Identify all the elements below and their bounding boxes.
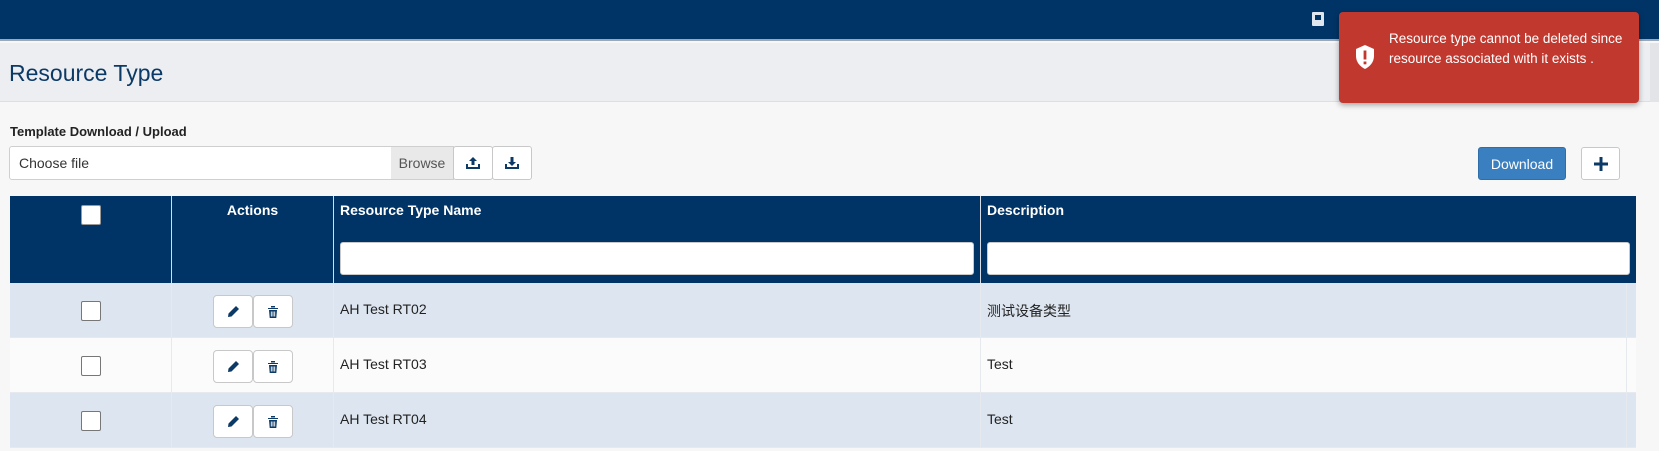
add-button[interactable] xyxy=(1581,147,1620,180)
name-filter-input[interactable] xyxy=(340,242,974,275)
description-filter-input[interactable] xyxy=(987,242,1630,275)
header-name-cell: Resource Type Name xyxy=(334,196,981,283)
row-actions-cell xyxy=(172,283,334,338)
trash-icon xyxy=(268,360,278,373)
grid-header: Actions Resource Type Name Description xyxy=(10,196,1636,283)
row-name-cell: AH Test RT02 xyxy=(334,283,981,338)
description-text: Test xyxy=(987,356,1013,372)
description-text: 测试设备类型 xyxy=(987,303,1071,319)
row-select-cell xyxy=(10,393,172,448)
header-select-cell xyxy=(10,196,172,283)
row-actions-cell xyxy=(172,338,334,393)
plus-icon xyxy=(1593,156,1608,171)
trash-icon xyxy=(268,415,278,428)
template-label: Template Download / Upload xyxy=(10,124,187,139)
header-resource-type-name[interactable]: Resource Type Name xyxy=(340,202,481,218)
delete-button[interactable] xyxy=(253,350,293,383)
pencil-icon xyxy=(227,306,239,317)
resource-type-grid: Actions Resource Type Name Description A… xyxy=(10,196,1636,448)
upload-button[interactable] xyxy=(453,146,493,180)
edit-button[interactable] xyxy=(213,295,253,328)
upload-icon xyxy=(466,157,480,169)
template-download-button[interactable] xyxy=(492,146,532,180)
pencil-icon xyxy=(227,361,239,372)
resource-type-name: AH Test RT02 xyxy=(340,301,427,317)
header-description[interactable]: Description xyxy=(987,202,1064,218)
table-row[interactable]: AH Test RT03 Test xyxy=(10,338,1636,393)
error-toast[interactable]: Resource type cannot be deleted since re… xyxy=(1339,12,1639,103)
row-checkbox[interactable] xyxy=(81,411,101,431)
resource-type-name: AH Test RT03 xyxy=(340,356,427,372)
table-row[interactable]: AH Test RT02 测试设备类型 xyxy=(10,283,1636,338)
row-checkbox[interactable] xyxy=(81,301,101,321)
browse-button[interactable]: Browse xyxy=(391,146,454,180)
table-row[interactable]: AH Test RT04 Test xyxy=(10,393,1636,448)
row-actions-cell xyxy=(172,393,334,448)
alert-shield-icon xyxy=(1356,45,1374,69)
row-select-cell xyxy=(10,283,172,338)
file-input[interactable]: Choose file xyxy=(9,146,392,180)
row-description-cell: Test xyxy=(981,393,1627,448)
delete-button[interactable] xyxy=(253,295,293,328)
header-description-cell: Description xyxy=(981,196,1636,283)
row-checkbox[interactable] xyxy=(81,356,101,376)
header-actions: Actions xyxy=(172,196,334,283)
row-description-cell: Test xyxy=(981,338,1627,393)
scrollbar[interactable] xyxy=(1650,43,1659,102)
edit-button[interactable] xyxy=(213,405,253,438)
row-name-cell: AH Test RT03 xyxy=(334,338,981,393)
row-name-cell: AH Test RT04 xyxy=(334,393,981,448)
edit-button[interactable] xyxy=(213,350,253,383)
delete-button[interactable] xyxy=(253,405,293,438)
toast-message: Resource type cannot be deleted since re… xyxy=(1389,31,1623,66)
download-tray-icon xyxy=(505,157,519,169)
download-button[interactable]: Download xyxy=(1478,147,1566,180)
description-text: Test xyxy=(987,411,1013,427)
row-select-cell xyxy=(10,338,172,393)
select-all-checkbox[interactable] xyxy=(81,205,101,225)
row-description-cell: 测试设备类型 xyxy=(981,283,1627,338)
trash-icon xyxy=(268,305,278,318)
pencil-icon xyxy=(227,416,239,427)
book-icon[interactable] xyxy=(1312,12,1324,26)
resource-type-name: AH Test RT04 xyxy=(340,411,427,427)
page-title: Resource Type xyxy=(9,60,164,86)
